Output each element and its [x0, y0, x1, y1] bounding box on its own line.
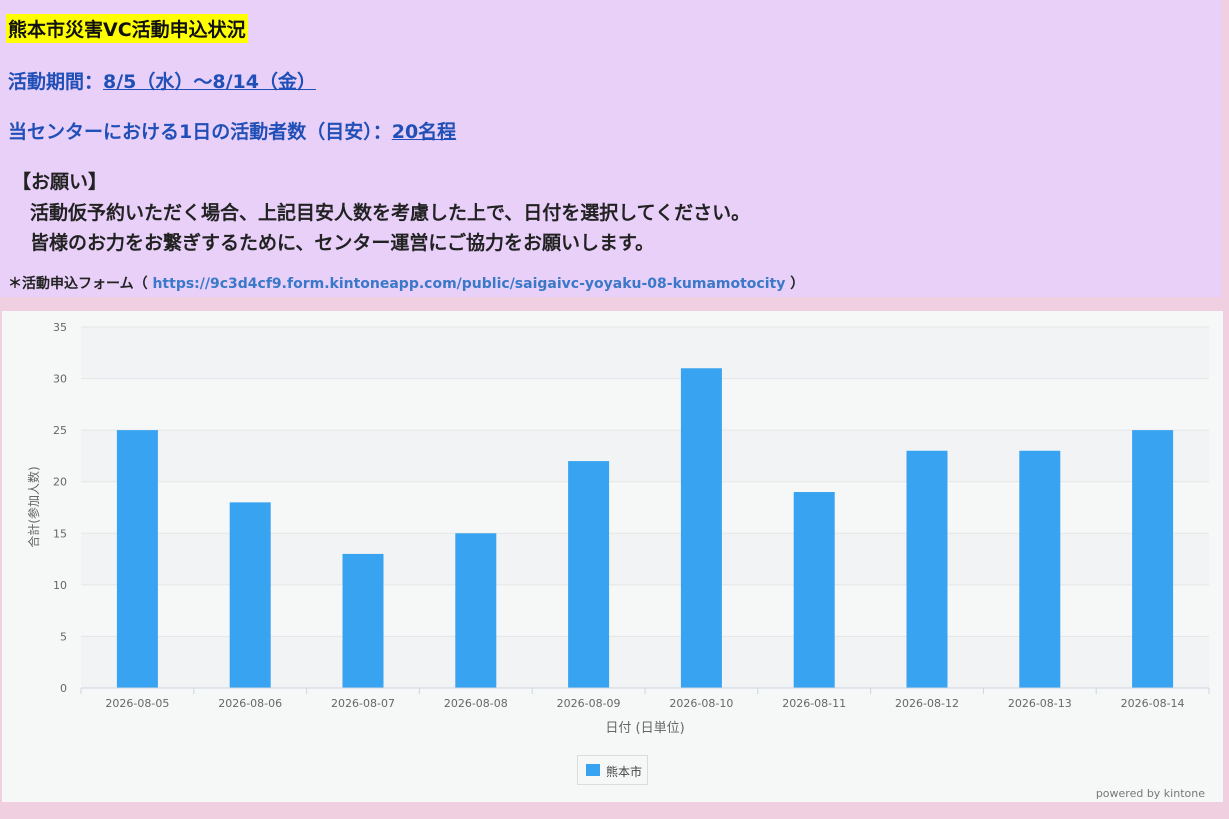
x-tick-label: 2026-08-13: [1008, 697, 1072, 710]
y-tick-label: 10: [53, 579, 67, 592]
y-tick-label: 15: [53, 527, 67, 540]
bar-2026-08-09[interactable]: [568, 461, 610, 688]
legend-swatch: [586, 764, 600, 776]
x-tick-label: 2026-08-07: [331, 697, 395, 710]
x-tick-label: 2026-08-12: [895, 697, 959, 710]
x-tick-label: 2026-08-09: [557, 697, 621, 710]
y-tick-label: 5: [60, 630, 67, 643]
y-tick-label: 20: [53, 476, 67, 489]
bar-2026-08-12[interactable]: [906, 450, 948, 688]
y-tick-label: 35: [53, 321, 67, 334]
grid-band: [81, 378, 1209, 431]
y-tick-label: 0: [60, 682, 67, 695]
legend-label: 熊本市: [606, 765, 643, 779]
x-tick-label: 2026-08-05: [105, 697, 169, 710]
grid-band: [81, 327, 1209, 379]
y-tick-label: 25: [53, 424, 67, 437]
x-tick-label: 2026-08-10: [669, 697, 733, 710]
x-tick-label: 2026-08-08: [444, 697, 508, 710]
bar-2026-08-05[interactable]: [116, 430, 158, 688]
x-axis-title: 日付 (日単位): [605, 720, 684, 736]
bar-2026-08-11[interactable]: [793, 492, 835, 688]
x-tick-label: 2026-08-14: [1121, 697, 1185, 710]
bar-2026-08-14[interactable]: [1132, 430, 1174, 688]
bar-2026-08-10[interactable]: [680, 368, 722, 688]
legend[interactable]: 熊本市: [577, 755, 648, 785]
x-tick-label: 2026-08-11: [782, 697, 846, 710]
bar-2026-08-13[interactable]: [1019, 450, 1061, 688]
powered-by: powered by kintone: [1095, 787, 1205, 800]
x-tick-label: 2026-08-06: [218, 697, 282, 710]
bar-2026-08-06[interactable]: [229, 502, 271, 688]
bar-chart: 0 5 10 15 20 25 30 35 2026-08-05 2026-08-06 2026-…: [26, 321, 1210, 736]
bar-2026-08-08[interactable]: [455, 533, 497, 688]
bar-2026-08-07[interactable]: [342, 553, 384, 688]
y-axis-title: 合計(参加人数): [26, 466, 41, 547]
y-tick-label: 30: [53, 373, 67, 386]
